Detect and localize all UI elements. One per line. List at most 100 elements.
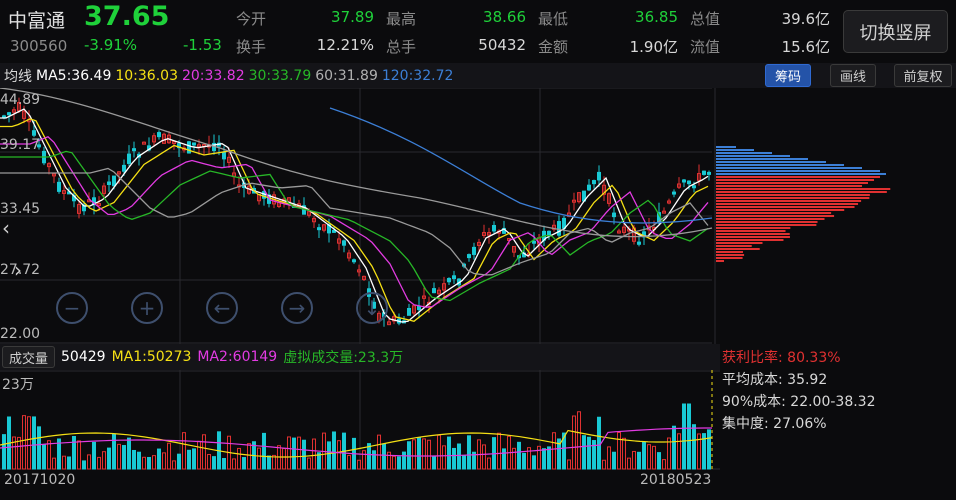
total-hands-label: 总手 xyxy=(386,38,417,56)
candle-body xyxy=(352,259,356,263)
volume-bar xyxy=(77,440,81,470)
volume-bar xyxy=(302,439,306,470)
volume-bar xyxy=(232,458,236,470)
volume-bar xyxy=(487,457,491,470)
candle-body xyxy=(447,278,451,283)
chip-bar xyxy=(716,146,736,148)
volume-bar xyxy=(522,452,526,470)
zoom-out-button[interactable]: − xyxy=(56,292,88,324)
change-amount: -1.53 xyxy=(183,36,222,54)
kline-chart[interactable]: 44.89 39.17 33.45 27.72 22.00 ‹ › − + ← … xyxy=(0,87,956,344)
volume-bar xyxy=(257,447,261,470)
candle-body xyxy=(692,185,696,189)
chevron-left-icon[interactable]: ‹ xyxy=(2,216,10,240)
candle-body xyxy=(637,241,641,245)
volume-bar xyxy=(512,447,516,470)
chip-bar xyxy=(716,230,786,232)
volume-bar xyxy=(52,457,56,470)
switch-portrait-button[interactable]: 切换竖屏 xyxy=(843,10,948,53)
adjust-button[interactable]: 前复权 xyxy=(894,64,952,87)
candle-body xyxy=(57,181,61,192)
volume-bar xyxy=(587,436,591,470)
volume-bar xyxy=(637,451,641,470)
volume-bar xyxy=(172,460,176,470)
plus-icon: + xyxy=(138,296,156,320)
volume-bar xyxy=(82,460,86,470)
chip-bar xyxy=(716,236,790,238)
candle-body xyxy=(342,240,346,246)
chip-bar xyxy=(716,245,752,247)
volume-bar xyxy=(222,458,226,470)
draw-line-button[interactable]: 画线 xyxy=(830,64,876,87)
volume-bar xyxy=(42,444,46,470)
end-date: 20180523 xyxy=(640,472,712,488)
y-tick-4: 22.00 xyxy=(0,326,41,342)
chip-bar xyxy=(716,248,760,250)
profit-ratio: 获利比率: 80.33% xyxy=(722,350,841,366)
start-date: 20171020 xyxy=(4,472,76,488)
scroll-end-button[interactable]: ↓ xyxy=(356,292,388,324)
chip-bar xyxy=(716,242,763,244)
chip-bar xyxy=(716,257,743,259)
chip-bar xyxy=(716,254,745,256)
candle-body xyxy=(187,141,191,154)
volume-bar xyxy=(197,440,201,470)
turnover-value: 12.21% xyxy=(316,36,374,54)
chip-bar xyxy=(716,197,870,199)
candle-body xyxy=(547,230,551,236)
volume-bar xyxy=(102,451,106,470)
volume-bar xyxy=(22,415,26,470)
volume-bar xyxy=(167,442,171,470)
zoom-in-button[interactable]: + xyxy=(131,292,163,324)
arrow-down-icon: ↓ xyxy=(363,296,381,320)
candle-body xyxy=(192,142,196,146)
open-label: 今开 xyxy=(236,10,267,28)
chip-bar xyxy=(716,239,784,241)
volume-bar xyxy=(212,456,216,470)
volume-bar xyxy=(667,437,671,470)
volume-bar xyxy=(517,441,521,470)
volume-indicator-button[interactable]: 成交量 xyxy=(2,346,56,368)
chip-bar xyxy=(716,164,844,166)
chip-bar xyxy=(716,224,817,226)
ma120-value: 120:32.72 xyxy=(381,67,454,84)
volume-bar xyxy=(602,459,606,470)
volume-chart[interactable]: 23万 xyxy=(0,370,720,470)
volume-bar xyxy=(542,448,546,470)
volume-value: 50429 xyxy=(61,349,106,365)
chips-button[interactable]: 筹码 xyxy=(765,64,811,87)
volume-bar xyxy=(452,447,456,470)
volume-bar xyxy=(547,446,551,470)
chip-bar xyxy=(716,185,862,187)
volume-bar xyxy=(327,441,331,470)
candle-body xyxy=(132,148,136,152)
chevron-right-icon[interactable]: › xyxy=(14,258,22,282)
volume-bar xyxy=(672,425,676,470)
candle-body xyxy=(687,180,691,185)
volume-bar xyxy=(402,451,406,470)
volume-bar xyxy=(262,432,266,470)
volume-bar xyxy=(482,444,486,470)
chip-bar xyxy=(716,176,880,178)
chip-bar xyxy=(716,206,855,208)
volume-bar xyxy=(502,448,506,470)
volume-bar xyxy=(427,439,431,470)
scroll-right-button[interactable]: → xyxy=(281,292,313,324)
volume-bar xyxy=(677,433,681,470)
volume-bar xyxy=(122,445,126,470)
virtual-volume: 虚拟成交量:23.3万 xyxy=(283,350,404,366)
volume-bar xyxy=(132,449,136,470)
volume-bar xyxy=(207,453,211,470)
total-value-label: 总值 xyxy=(690,10,721,28)
total-hands-value: 50432 xyxy=(478,36,526,54)
chip-bar xyxy=(716,167,862,169)
volume-bar xyxy=(442,445,446,470)
ma20-value: 20:33.82 xyxy=(181,67,245,84)
volume-bar xyxy=(552,432,556,470)
scroll-left-button[interactable]: ← xyxy=(206,292,238,324)
volume-bar xyxy=(92,441,96,470)
average-cost: 平均成本: 35.92 xyxy=(722,372,828,388)
volume-bar xyxy=(312,438,316,470)
volume-bar xyxy=(577,411,581,470)
minus-icon: − xyxy=(63,296,81,320)
